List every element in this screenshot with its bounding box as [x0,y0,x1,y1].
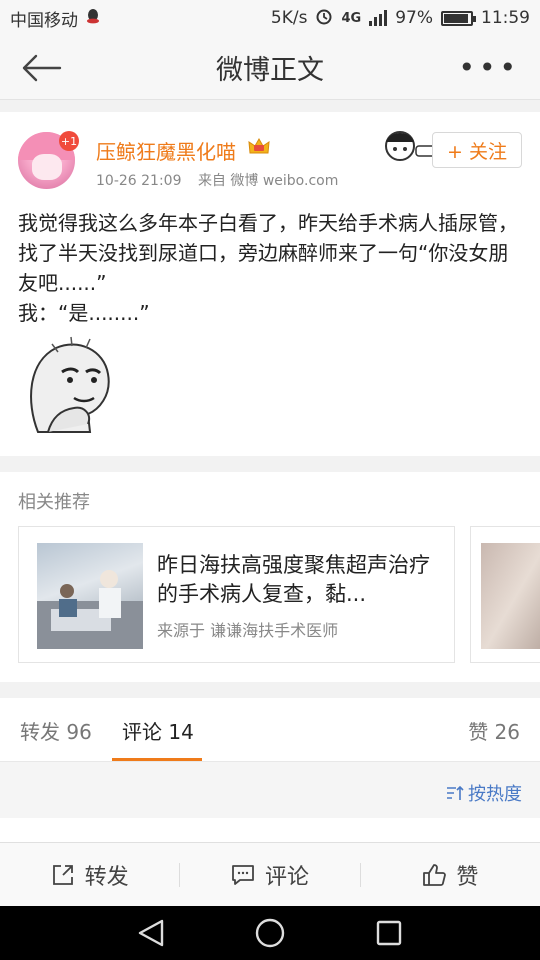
related-card[interactable]: 昨日海扶高强度聚焦超声治疗的手术病人复查，黏... 来源于 谦谦海扶手术医师 [18,526,455,663]
active-tab-indicator [112,758,202,761]
avatar-badge: +1 [59,131,79,151]
repost-icon [52,864,73,885]
comment-button[interactable]: 评论 [180,859,359,891]
related-title: 昨日海扶高强度聚焦超声治疗的手术病人复查，黏... [157,553,430,606]
page-title: 微博正文 [216,55,324,86]
username[interactable]: 压鲸狂魔黑化喵 [96,136,236,165]
sort-icon [447,785,464,800]
network-speed: 5K/s [270,8,308,28]
top-bar: 微博正文 ••• [0,36,540,100]
sort-bar: 按热度 [0,762,540,818]
more-options-icon[interactable]: ••• [458,54,520,82]
signal-icon [369,10,388,26]
status-bar: 中国移动 5K/s 4G 97% 11:59 [0,0,540,36]
nav-home-icon[interactable] [255,918,285,948]
alarm-icon [315,7,333,30]
post-text-line: 我：“是........” [18,301,150,325]
vip-crown-icon [248,137,270,154]
post-source: 来自 微博 weibo.com [197,173,339,189]
battery-label: 97% [395,8,433,28]
sort-button[interactable]: 按热度 [446,780,522,806]
follow-button[interactable]: + 关注 [432,132,522,168]
post-card: +1 压鲸狂魔黑化喵 10-26 21:09 来自 微博 weibo.com +… [0,112,540,456]
comment-icon [232,864,254,885]
nav-back-icon[interactable] [138,919,164,947]
related-label: 相关推荐 [18,492,90,513]
post-text-line: 我觉得我这么多年本子白看了，昨天给手术病人插尿管，找了半天没找到尿道口，旁边麻醉… [18,211,518,295]
post-meta: 10-26 21:09 来自 微博 weibo.com [96,170,338,190]
battery-icon [441,10,476,26]
system-nav-bar [0,906,540,960]
related-card-next[interactable] [470,526,540,663]
comment-list [0,818,540,842]
qq-icon [86,8,100,29]
clock: 11:59 [481,8,530,28]
post-date: 10-26 21:09 [96,173,182,189]
sort-label: 按热度 [468,784,522,805]
tab-like[interactable]: 赞 26 [468,716,520,745]
carrier-label: 中国移动 [10,10,78,31]
related-thumbnail [37,543,143,649]
like-label: 赞 [456,864,479,890]
interaction-tabs: 转发 96 评论 14 赞 26 [0,698,540,762]
meme-image[interactable] [18,332,126,438]
back-arrow-icon[interactable] [20,52,62,84]
repost-label: 转发 [84,864,129,890]
like-button[interactable]: 赞 [361,859,540,891]
network-type: 4G [341,10,362,26]
repost-button[interactable]: 转发 [0,859,179,891]
related-source: 来源于 谦谦海扶手术医师 [157,621,339,640]
related-thumbnail [481,543,540,649]
bottom-toolbar: 转发 评论 赞 [0,842,540,906]
tab-comment[interactable]: 评论 14 [122,716,194,745]
post-text: 我觉得我这么多年本子白看了，昨天给手术病人插尿管，找了半天没找到尿道口，旁边麻醉… [18,208,523,328]
thumbs-up-icon [423,863,447,886]
comment-label: 评论 [264,864,309,890]
nav-recents-icon[interactable] [376,920,402,946]
tab-repost[interactable]: 转发 96 [20,716,92,745]
related-section: 相关推荐 昨日海扶高强度聚焦超声治疗的手术病人复查，黏... 来源于 谦谦海扶手… [0,472,540,682]
